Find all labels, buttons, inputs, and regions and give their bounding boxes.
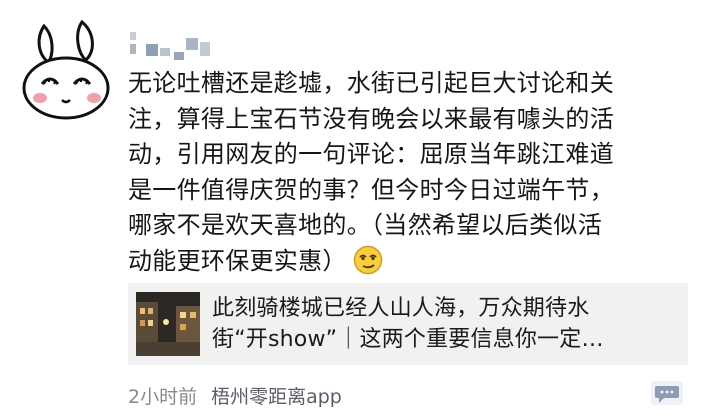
author-name-obscured[interactable]	[128, 32, 216, 62]
link-card-title: 此刻骑楼城已经人山人海，万众期待水 街“开show”｜这两个重要信息你一定…	[212, 296, 604, 352]
post-meta: 2小时前 梧州零距离app	[128, 382, 342, 409]
night-street-thumbnail	[136, 292, 200, 356]
link-thumbnail	[136, 292, 200, 356]
shared-link-card[interactable]: 此刻骑楼城已经人山人海，万众期待水 街“开show”｜这两个重要信息你一定…	[128, 283, 688, 365]
comment-button[interactable]	[651, 381, 683, 405]
smirk-emoji-icon	[353, 245, 382, 274]
author-avatar[interactable]	[14, 18, 116, 120]
comment-bubble-icon	[651, 381, 683, 405]
rabbit-avatar-icon	[14, 18, 116, 120]
post-source-link[interactable]: 梧州零距离app	[211, 386, 342, 408]
post-text: 无论吐槽还是趁墟，水街已引起巨大讨论和关 注，算得上宝石节没有晚会以来最有噱头的…	[128, 66, 688, 279]
post-time: 2小时前	[128, 386, 198, 408]
